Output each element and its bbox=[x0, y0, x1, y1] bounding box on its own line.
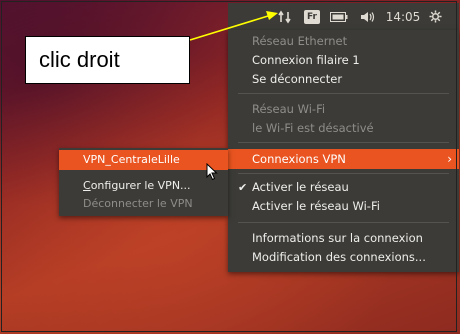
menu-separator bbox=[238, 173, 449, 174]
chevron-right-icon: › bbox=[447, 152, 452, 166]
edit-connections-item[interactable]: Modification des connexions... bbox=[228, 248, 459, 267]
network-menu: Réseau Ethernet Connexion filaire 1 Se d… bbox=[228, 30, 459, 272]
keyboard-layout-icon[interactable]: Fr bbox=[300, 3, 324, 30]
wired-connection-item[interactable]: Connexion filaire 1 bbox=[228, 51, 459, 70]
clock[interactable]: 14:05 bbox=[382, 3, 424, 30]
disconnect-item[interactable]: Se déconnecter bbox=[228, 70, 459, 89]
vpn-submenu: VPN_CentraleLille Configurer le VPN... D… bbox=[59, 148, 228, 216]
enable-wifi-item[interactable]: Activer le réseau Wi-Fi bbox=[228, 197, 459, 216]
vpn-centralelille-item[interactable]: VPN_CentraleLille bbox=[59, 150, 228, 170]
check-icon: ✔ bbox=[238, 181, 248, 194]
top-panel: Fr 14:05 bbox=[228, 3, 459, 30]
vpn-connections-label: Connexions VPN bbox=[252, 152, 346, 166]
vpn-connections-item[interactable]: Connexions VPN › bbox=[228, 149, 459, 169]
mouse-cursor-icon bbox=[206, 162, 218, 185]
wifi-header: Réseau Wi-Fi bbox=[252, 102, 326, 116]
menu-separator bbox=[238, 142, 449, 143]
battery-icon[interactable] bbox=[324, 3, 354, 30]
wifi-disabled-label: le Wi-Fi est désactivé bbox=[252, 121, 374, 135]
mnemonic-letter: C bbox=[83, 179, 91, 192]
connection-info-item[interactable]: Informations sur la connexion bbox=[228, 229, 459, 248]
configure-vpn-label: onfigurer le VPN... bbox=[90, 179, 191, 192]
callout-label: clic droit bbox=[25, 36, 190, 84]
ethernet-header: Réseau Ethernet bbox=[252, 34, 348, 48]
disconnect-vpn-item: Déconnecter le VPN bbox=[83, 197, 193, 210]
configure-vpn-item[interactable]: Configurer le VPN... bbox=[59, 176, 228, 196]
volume-icon[interactable] bbox=[354, 3, 382, 30]
gear-icon[interactable] bbox=[424, 3, 446, 30]
menu-separator bbox=[238, 93, 449, 94]
network-updown-icon[interactable] bbox=[270, 3, 300, 30]
menu-separator bbox=[238, 222, 449, 223]
enable-network-item[interactable]: ✔ Activer le réseau bbox=[228, 178, 459, 197]
keyboard-layout-label: Fr bbox=[303, 9, 320, 24]
enable-network-label: Activer le réseau bbox=[252, 180, 349, 194]
